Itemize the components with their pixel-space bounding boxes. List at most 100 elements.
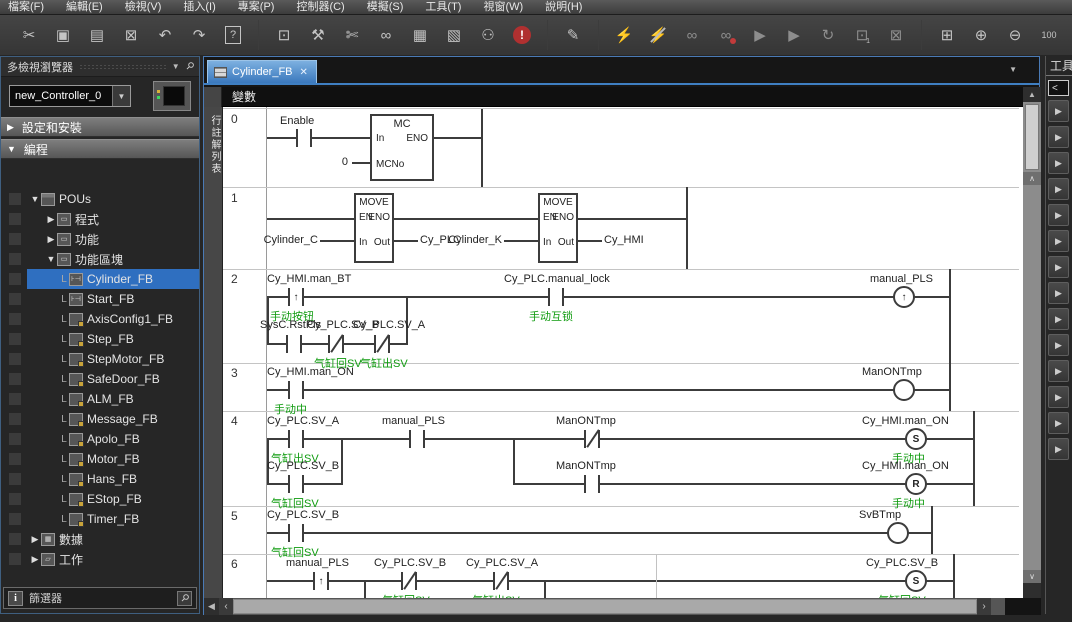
toolbox-category-expand[interactable]: ▶ <box>1048 334 1069 356</box>
contact-sv-a[interactable] <box>288 430 304 448</box>
contact-nc-sv-a[interactable] <box>493 572 509 590</box>
monitor-button[interactable]: ∞ <box>677 21 707 49</box>
toolbox-category-expand[interactable]: ▶ <box>1048 126 1069 148</box>
toolbox-category-expand[interactable]: ▶ <box>1048 178 1069 200</box>
toolbox-category-expand[interactable]: ▶ <box>1048 282 1069 304</box>
panel-dropdown-icon[interactable]: ▼ <box>172 62 180 71</box>
scroll-left-button[interactable]: ‹ <box>219 598 233 615</box>
menu-controller[interactable]: 控制器(C) <box>296 0 344 14</box>
move-out-operand[interactable]: Cy_HMI <box>604 234 644 246</box>
splitter-up-button[interactable]: ∧ <box>1023 172 1041 185</box>
tree-item-step-fb[interactable]: LStep_FB <box>1 329 199 349</box>
tree-item-function-blocks[interactable]: ▼▭功能區塊 <box>1 249 199 269</box>
coil-reset-man-on[interactable]: R <box>905 473 927 495</box>
tree-item-data[interactable]: ▶▦數據 <box>1 529 199 549</box>
delete-button[interactable]: ⊠ <box>116 21 146 49</box>
menu-project[interactable]: 專案(P) <box>238 0 275 14</box>
monitor-error-button[interactable]: ∞ <box>711 21 741 49</box>
move-in-operand[interactable]: Cylinder_K <box>438 234 502 246</box>
menu-window[interactable]: 視窗(W) <box>483 0 523 14</box>
tree-item-alm-fb[interactable]: LALM_FB <box>1 389 199 409</box>
run-button[interactable]: ▶ <box>745 21 775 49</box>
build-button[interactable]: ⚒ <box>303 21 333 49</box>
zoom-100-button[interactable]: 100 <box>1034 21 1064 49</box>
variables-bar[interactable]: 變數 <box>204 87 1023 107</box>
scroll-up-button[interactable]: ▲ <box>1023 87 1041 102</box>
chevron-down-icon[interactable]: ▼ <box>112 86 130 106</box>
tab-list-dropdown-icon[interactable]: ▼ <box>1009 65 1017 74</box>
rebuild-button[interactable]: ✄ <box>337 21 367 49</box>
contact-rstpls[interactable] <box>286 335 302 353</box>
copy-button[interactable]: ▣ <box>48 21 78 49</box>
contact-rising-manual-pls[interactable]: ↑ <box>313 572 329 590</box>
contact-rising-man-bt[interactable]: ↑ <box>288 288 304 306</box>
warning-off-button[interactable]: ⚡ <box>643 21 673 49</box>
scroll-down-corner[interactable] <box>1023 583 1041 598</box>
scrollbar-thumb[interactable] <box>233 599 977 614</box>
controller-select[interactable]: new_Controller_0 ▼ <box>9 85 131 107</box>
tree-item-start-fb[interactable]: L⊦⊣Start_FB <box>1 289 199 309</box>
tree-item-pous[interactable]: ▼POUs <box>1 189 199 209</box>
tree-item-estop-fb[interactable]: LEStop_FB <box>1 489 199 509</box>
pan-left-button[interactable]: ◀ <box>204 598 219 615</box>
move-function-block[interactable]: MOVE EN ENO In Out <box>538 193 578 263</box>
coil-set-sv-b[interactable]: S <box>905 570 927 592</box>
vertical-scrollbar[interactable]: ▲ ∧ ∨ <box>1023 87 1041 598</box>
export-button[interactable]: ⊡ <box>269 21 299 49</box>
tree-item-cylinder-fb[interactable]: L⊦⊣Cylinder_FB <box>1 269 199 289</box>
menu-insert[interactable]: 插入(I) <box>183 0 215 14</box>
ladder-canvas[interactable]: 行註解列表 0 Enable MC In ENO MCNo 0 <box>204 107 1023 598</box>
toolbox-category-expand[interactable]: ▶ <box>1048 360 1069 382</box>
toolbox-search-input[interactable]: < <box>1048 80 1069 96</box>
contact-nc-sv-a[interactable] <box>374 335 390 353</box>
scrollbar-thumb[interactable] <box>1025 104 1039 170</box>
zoom-in-button[interactable]: ⊕ <box>966 21 996 49</box>
filter-pin-button[interactable]: ⚲ <box>177 591 192 606</box>
coil-pulse-manual-pls[interactable]: ↑ <box>893 286 915 308</box>
tree-item-axisconfig1-fb[interactable]: LAxisConfig1_FB <box>1 309 199 329</box>
run-sync-button[interactable]: ▶ <box>779 21 809 49</box>
contact-nc-sv-b[interactable] <box>401 572 417 590</box>
toolbox-category-expand[interactable]: ▶ <box>1048 438 1069 460</box>
close-icon[interactable]: ✕ <box>300 67 308 78</box>
tree-item-tasks[interactable]: ▶▱工作 <box>1 549 199 569</box>
contact-nc-manontmp[interactable] <box>584 430 600 448</box>
rung-comment-strip[interactable]: 行註解列表 <box>204 107 223 598</box>
search-button[interactable]: ⚇ <box>473 21 503 49</box>
contact-sv-b[interactable] <box>288 524 304 542</box>
menu-file[interactable]: 檔案(F) <box>8 0 44 14</box>
tree-item-motor-fb[interactable]: LMotor_FB <box>1 449 199 469</box>
menu-edit[interactable]: 編輯(E) <box>66 0 103 14</box>
filter-bar[interactable]: i 篩選器 ⚲ <box>3 587 197 609</box>
move-in-operand[interactable]: Cylinder_C <box>254 234 318 246</box>
toolbox-category-expand[interactable]: ▶ <box>1048 412 1069 434</box>
scroll-right-button[interactable]: › <box>977 598 991 615</box>
zoom-fit-button[interactable]: ⊞ <box>932 21 962 49</box>
move-function-block[interactable]: MOVE EN ENO In Out <box>354 193 394 263</box>
coil-manontmp[interactable] <box>893 379 915 401</box>
contact-manontmp[interactable] <box>584 475 600 493</box>
offline-button[interactable]: ⊠ <box>881 21 911 49</box>
sync-button[interactable]: ↻ <box>813 21 843 49</box>
warning-button[interactable]: ⚡ <box>609 21 639 49</box>
mcno-value[interactable]: 0 <box>332 156 348 168</box>
tree-item-timer-fb[interactable]: LTimer_FB <box>1 509 199 529</box>
tree-item-programs[interactable]: ▶▭程式 <box>1 209 199 229</box>
contact-nc-sv-b[interactable] <box>328 335 344 353</box>
mc-function-block[interactable]: MC In ENO MCNo <box>370 114 434 181</box>
help-doc-button[interactable]: ? <box>218 21 248 49</box>
tree-item-stepmotor-fb[interactable]: LStepMotor_FB <box>1 349 199 369</box>
menu-help[interactable]: 說明(H) <box>545 0 582 14</box>
toolbox-category-expand[interactable]: ▶ <box>1048 100 1069 122</box>
toolbox-category-expand[interactable]: ▶ <box>1048 230 1069 252</box>
section-programming[interactable]: ▼ 編程 <box>1 139 199 159</box>
horizontal-scrollbar[interactable]: ‹ › <box>219 598 1005 615</box>
paste-button[interactable]: ▤ <box>82 21 112 49</box>
toolbox-category-expand[interactable]: ▶ <box>1048 152 1069 174</box>
edit-mode-button[interactable]: ✎ <box>558 21 588 49</box>
tree-item-apolo-fb[interactable]: LApolo_FB <box>1 429 199 449</box>
tree-item-safedoor-fb[interactable]: LSafeDoor_FB <box>1 369 199 389</box>
pin-icon[interactable]: ⚲ <box>183 60 196 73</box>
menu-view[interactable]: 檢視(V) <box>125 0 162 14</box>
tab-cylinder-fb[interactable]: Cylinder_FB ✕ <box>207 60 317 83</box>
